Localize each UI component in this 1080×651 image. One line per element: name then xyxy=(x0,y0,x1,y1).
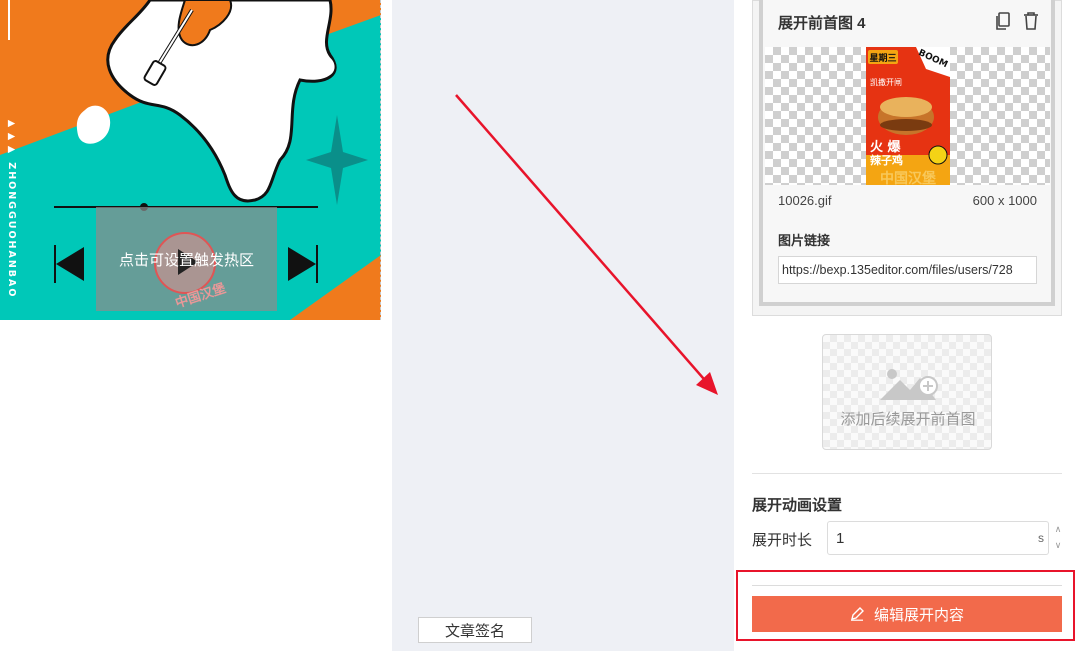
section-divider xyxy=(752,473,1062,474)
image-link-label: 图片链接 xyxy=(778,233,831,248)
duration-stepper[interactable]: ∧ ∨ xyxy=(1052,521,1064,555)
edit-expand-content-button[interactable]: 编辑展开内容 xyxy=(752,596,1062,632)
trigger-hotspot[interactable]: 中国汉堡 点击可设置触发热区 xyxy=(96,207,277,311)
duration-label: 展开时长 xyxy=(752,532,813,549)
chevron-up-icon[interactable]: ∧ xyxy=(1052,521,1064,537)
thumb-dish: 辣子鸡 xyxy=(870,153,903,167)
duration-value: 1 xyxy=(836,530,845,547)
file-dimensions: 600 x 1000 xyxy=(972,193,1037,208)
animation-settings-title: 展开动画设置 xyxy=(752,497,843,514)
article-signature-button[interactable]: 文章签名 xyxy=(418,617,532,643)
duration-input[interactable]: 1 s xyxy=(827,521,1049,555)
thumb-brand: 中国汉堡 xyxy=(880,170,936,185)
pencil-icon xyxy=(850,607,864,621)
chevron-down-icon[interactable]: ∨ xyxy=(1052,537,1064,553)
add-image-icon xyxy=(880,369,938,400)
canvas-edge xyxy=(380,0,381,320)
hotspot-label: 点击可设置触发热区 xyxy=(118,251,254,269)
image-card-title: 展开前首图 4 xyxy=(778,15,866,32)
add-tile-label: 添加后续展开前首图 xyxy=(840,411,976,428)
brand-vertical-text: ▶▶▶ ZHONGGUOHANBAO xyxy=(6,118,17,299)
workspace-background xyxy=(392,0,734,651)
action-divider xyxy=(752,585,1062,586)
thumb-headline: 火 爆 xyxy=(870,139,902,155)
file-name: 10026.gif xyxy=(778,193,832,208)
copy-icon[interactable] xyxy=(994,11,1012,31)
edit-button-label: 编辑展开内容 xyxy=(873,606,964,624)
thumbnail-artwork: 星期三 BOOM 凯撒开闸 火 爆 辣子鸡 中国汉堡 xyxy=(866,47,950,185)
trash-icon[interactable] xyxy=(1022,11,1040,31)
duration-unit: s xyxy=(1038,531,1044,545)
add-expand-image-button[interactable]: 添加后续展开前首图 xyxy=(822,334,992,450)
editor-canvas: ▶▶▶ ZHONGGUOHANBAO 中国汉堡 点击可设置触发热区 xyxy=(0,0,392,651)
image-thumbnail[interactable]: 星期三 BOOM 凯撒开闸 火 爆 辣子鸡 中国汉堡 xyxy=(866,47,950,185)
thumb-promo: 凯撒开闸 xyxy=(870,77,902,87)
poster-image[interactable]: ▶▶▶ ZHONGGUOHANBAO 中国汉堡 点击可设置触发热区 xyxy=(0,0,381,320)
thumb-badge: 星期三 xyxy=(869,52,896,64)
image-link-input[interactable]: https://bexp.135editor.com/files/users/7… xyxy=(778,256,1037,284)
